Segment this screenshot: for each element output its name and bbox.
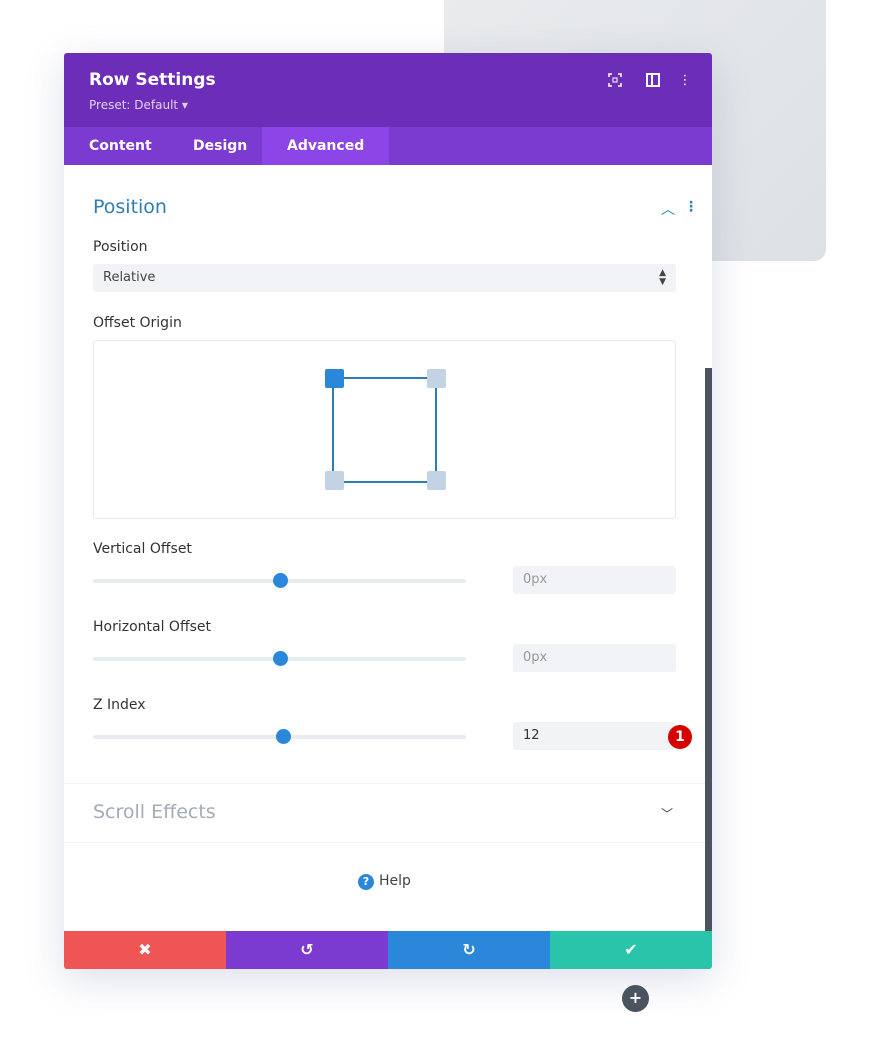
redo-button[interactable]: ↻: [388, 931, 550, 969]
help-link[interactable]: ? Help: [358, 873, 411, 890]
modal-title: Row Settings: [89, 70, 216, 90]
footer-actions: ✖ ↺ ↻ ✔: [64, 931, 712, 969]
chevron-up-icon[interactable]: ︿: [661, 199, 675, 219]
origin-top-right: [427, 369, 446, 388]
position-value: Relative: [103, 270, 156, 285]
preset-dropdown[interactable]: Preset: Default ▾: [89, 98, 188, 112]
divider: [64, 842, 705, 843]
split-view-icon[interactable]: [645, 73, 661, 89]
tab-advanced[interactable]: Advanced: [262, 127, 390, 165]
horizontal-offset-slider[interactable]: [93, 651, 466, 666]
origin-bottom-right: [427, 471, 446, 490]
vertical-offset-input[interactable]: 0px: [513, 566, 676, 594]
vertical-offset-slider[interactable]: [93, 573, 466, 588]
z-index-label: Z Index: [93, 697, 146, 713]
annotation-badge: 1: [668, 725, 692, 749]
horizontal-offset-label: Horizontal Offset: [93, 619, 211, 635]
save-button[interactable]: ✔: [550, 931, 712, 969]
offset-origin-label: Offset Origin: [93, 315, 182, 331]
select-arrows-icon: ▲ ▼: [659, 268, 666, 287]
divider: [64, 783, 705, 784]
add-row-button[interactable]: +: [622, 985, 649, 1012]
more-options-icon[interactable]: ⋮: [677, 73, 693, 89]
z-index-input[interactable]: 12: [513, 722, 676, 750]
chevron-down-icon[interactable]: ﹀: [661, 805, 673, 822]
modal-header: Row Settings Preset: Default ▾ ⋮: [64, 53, 712, 127]
origin-bottom-left: [325, 471, 344, 490]
help-label: Help: [379, 873, 411, 889]
horizontal-offset-input[interactable]: 0px: [513, 644, 676, 672]
slider-thumb[interactable]: [276, 729, 292, 744]
scroll-effects-section-title[interactable]: Scroll Effects: [93, 801, 216, 823]
cancel-button[interactable]: ✖: [64, 931, 226, 969]
scrollbar[interactable]: [705, 368, 712, 931]
fullscreen-icon[interactable]: [607, 73, 623, 89]
tab-content[interactable]: Content: [64, 127, 177, 165]
slider-thumb[interactable]: [272, 573, 288, 588]
position-label: Position: [93, 239, 148, 255]
position-select[interactable]: Relative ▲ ▼: [93, 264, 676, 292]
position-section-title[interactable]: Position: [93, 196, 167, 218]
help-icon: ?: [358, 874, 374, 890]
z-index-slider[interactable]: [93, 729, 466, 744]
origin-top-left: [325, 369, 344, 388]
section-options-icon[interactable]: ⋮: [684, 199, 698, 215]
vertical-offset-label: Vertical Offset: [93, 541, 192, 557]
row-settings-modal: Row Settings Preset: Default ▾ ⋮ Content…: [64, 53, 712, 969]
undo-button[interactable]: ↺: [226, 931, 388, 969]
tab-bar: Content Design Advanced: [64, 127, 712, 165]
slider-thumb[interactable]: [272, 651, 288, 666]
offset-origin-picker: [93, 340, 676, 519]
tab-design[interactable]: Design: [168, 127, 272, 165]
